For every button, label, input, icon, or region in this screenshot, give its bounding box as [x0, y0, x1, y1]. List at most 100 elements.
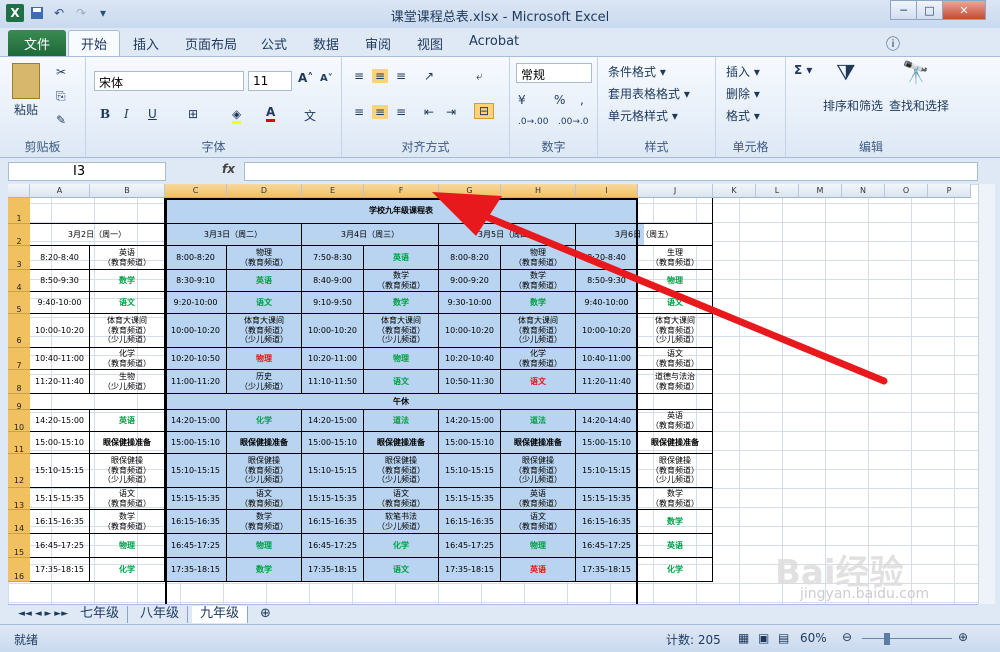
lunch-break-cell[interactable]: 午休	[165, 394, 638, 410]
subject-cell[interactable]: 数学 （教育频道）	[501, 270, 576, 292]
column-header-N[interactable]: N	[842, 184, 885, 198]
subject-cell[interactable]: 物理	[227, 348, 302, 370]
subject-cell[interactable]: 眼保健操准备	[90, 432, 165, 454]
tab-home[interactable]: 开始	[68, 30, 121, 56]
time-cell[interactable]: 8:20-8:40	[576, 246, 638, 270]
column-header-B[interactable]: B	[90, 184, 165, 198]
subject-cell[interactable]: 道法	[364, 410, 439, 432]
phonetic-icon[interactable]: 文	[304, 107, 316, 124]
time-cell[interactable]: 17:35-18:15	[302, 558, 364, 582]
subject-cell[interactable]: 物理 （教育频道）	[501, 246, 576, 270]
align-right-icon[interactable]: ≡	[396, 105, 406, 119]
subject-cell[interactable]: 数学 （教育频道）	[90, 510, 165, 534]
subject-cell[interactable]: 眼保健操 （教育频道） （少儿频道）	[364, 454, 439, 488]
decrease-indent-icon[interactable]: ⇤	[424, 105, 434, 119]
tab-acrobat[interactable]: Acrobat	[469, 34, 519, 49]
align-left-icon[interactable]: ≡	[354, 105, 364, 119]
percent-button[interactable]: %	[554, 93, 565, 107]
column-header-A[interactable]: A	[30, 184, 90, 198]
subject-cell[interactable]: 体育大课间 （教育频道） （少儿频道）	[638, 314, 713, 348]
time-cell[interactable]: 14:20-15:00	[30, 410, 90, 432]
subject-cell[interactable]: 数学	[501, 292, 576, 314]
time-cell[interactable]: 9:20-10:00	[165, 292, 227, 314]
time-cell[interactable]: 16:45-17:25	[165, 534, 227, 558]
tab-view[interactable]: 视图	[417, 34, 443, 53]
time-cell[interactable]: 15:15-15:35	[439, 488, 501, 510]
row-header-11[interactable]: 11	[8, 432, 30, 454]
subject-cell[interactable]: 语文	[501, 370, 576, 394]
time-cell[interactable]: 16:45-17:25	[439, 534, 501, 558]
time-cell[interactable]: 10:50-11:30	[439, 370, 501, 394]
subject-cell[interactable]: 体育大课间 （教育频道） （少儿频道）	[501, 314, 576, 348]
subject-cell[interactable]: 英语 （教育频道）	[501, 488, 576, 510]
subject-cell[interactable]: 数学 （教育频道）	[227, 510, 302, 534]
column-header-E[interactable]: E	[302, 184, 364, 198]
row-header-7[interactable]: 7	[8, 348, 30, 370]
increase-indent-icon[interactable]: ⇥	[446, 105, 456, 119]
sort-filter-button[interactable]: 排序和筛选	[823, 97, 883, 114]
copy-icon[interactable]: ⎘	[56, 89, 66, 104]
subject-cell[interactable]: 体育大课间 （教育频道） （少儿频道）	[364, 314, 439, 348]
subject-cell[interactable]: 语文 （教育频道）	[638, 348, 713, 370]
subject-cell[interactable]: 数学	[227, 558, 302, 582]
time-cell[interactable]: 9:40-10:00	[576, 292, 638, 314]
underline-button[interactable]: U	[148, 107, 157, 121]
time-cell[interactable]: 15:00-15:10	[165, 432, 227, 454]
font-color-button[interactable]: A	[266, 105, 276, 122]
subject-cell[interactable]: 体育大课间 （教育频道） （少儿频道）	[227, 314, 302, 348]
subject-cell[interactable]: 道法	[501, 410, 576, 432]
subject-cell[interactable]: 眼保健操准备	[638, 432, 713, 454]
time-cell[interactable]: 10:40-11:00	[30, 348, 90, 370]
currency-icon[interactable]: ¥	[518, 93, 526, 107]
worksheet-grid[interactable]: A B C D E F G H I J K L M N O P 1 2 3 4 5 6 7 8 9 10 11 12 13 14 15 16 学…	[8, 184, 978, 604]
align-center-icon[interactable]: ≡	[372, 105, 389, 119]
time-cell[interactable]: 15:00-15:10	[302, 432, 364, 454]
time-cell[interactable]: 15:10-15:15	[439, 454, 501, 488]
format-cells-button[interactable]: 格式 ▾	[726, 107, 760, 124]
column-header-G[interactable]: G	[439, 184, 501, 198]
subject-cell[interactable]: 英语	[227, 270, 302, 292]
time-cell[interactable]: 15:15-15:35	[302, 488, 364, 510]
time-cell[interactable]: 10:40-11:00	[576, 348, 638, 370]
insert-function-button[interactable]: fx	[222, 162, 235, 176]
subject-cell[interactable]: 语文	[90, 292, 165, 314]
view-page-layout-icon[interactable]: ▣	[758, 631, 769, 645]
table-title[interactable]: 学校九年级课程表	[165, 198, 638, 224]
minimize-button[interactable]: ─	[890, 0, 917, 20]
tab-insert[interactable]: 插入	[133, 34, 159, 53]
date-header-3[interactable]: 3月4日（周三）	[302, 224, 439, 246]
conditional-formatting-button[interactable]: 条件格式 ▾	[608, 63, 666, 80]
time-cell[interactable]: 11:10-11:50	[302, 370, 364, 394]
subject-cell[interactable]: 软笔书法 （少儿频道）	[364, 510, 439, 534]
row-header-16[interactable]: 16	[8, 558, 30, 582]
column-header-K[interactable]: K	[713, 184, 756, 198]
align-middle-icon[interactable]: ≡	[372, 69, 389, 83]
fill-color-icon[interactable]: ◈	[232, 107, 242, 124]
subject-cell[interactable]: 体育大课间 （教育频道） （少儿频道）	[90, 314, 165, 348]
subject-cell[interactable]: 眼保健操 （教育频道） （少儿频道）	[501, 454, 576, 488]
subject-cell[interactable]: 眼保健操准备	[227, 432, 302, 454]
subject-cell[interactable]: 物理	[227, 534, 302, 558]
row-header-6[interactable]: 6	[8, 314, 30, 348]
date-header-2[interactable]: 3月3日（周二）	[165, 224, 302, 246]
tab-formulas[interactable]: 公式	[261, 34, 287, 53]
time-cell[interactable]: 11:20-11:40	[30, 370, 90, 394]
row-header-2[interactable]: 2	[8, 224, 30, 246]
subject-cell[interactable]: 道德与法治 （教育频道）	[638, 370, 713, 394]
sheet-nav-icon[interactable]: ◄◄ ◄ ► ►►	[10, 606, 76, 623]
time-cell[interactable]: 15:00-15:10	[576, 432, 638, 454]
row-header-1[interactable]: 1	[8, 198, 30, 224]
row-header-10[interactable]: 10	[8, 410, 30, 432]
subject-cell[interactable]: 物理	[501, 534, 576, 558]
zoom-slider-thumb[interactable]	[884, 633, 890, 645]
time-cell[interactable]: 14:20-15:00	[165, 410, 227, 432]
column-header-M[interactable]: M	[799, 184, 842, 198]
subject-cell[interactable]: 数学	[90, 270, 165, 292]
format-painter-icon[interactable]: ✎	[56, 113, 66, 127]
time-cell[interactable]: 9:10-9:50	[302, 292, 364, 314]
subject-cell[interactable]: 数学 （教育频道）	[364, 270, 439, 292]
zoom-slider[interactable]	[862, 638, 952, 639]
time-cell[interactable]: 15:15-15:35	[165, 488, 227, 510]
number-format-select[interactable]: 常规	[516, 63, 592, 83]
wrap-text-icon[interactable]: ⤶	[476, 69, 483, 84]
